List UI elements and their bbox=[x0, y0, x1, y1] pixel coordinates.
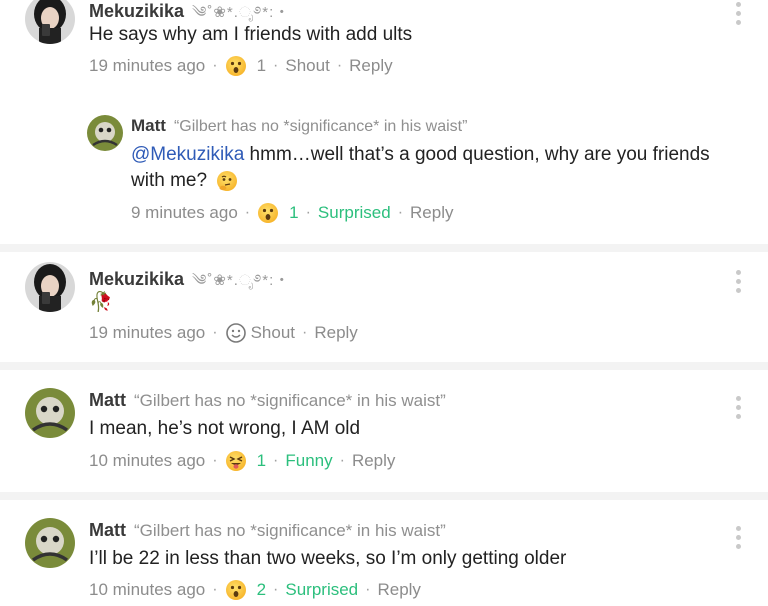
comment-meta: 10 minutes ago · 1 · Funny · Reply bbox=[89, 450, 396, 472]
reaction-button[interactable]: Surprised bbox=[318, 203, 391, 223]
comment-time: 10 minutes ago bbox=[89, 451, 206, 470]
comment-author[interactable]: Mekuzikika ༄˚❀*.ೃ࿔*:・ bbox=[89, 264, 290, 306]
comment-menu-icon[interactable] bbox=[736, 396, 742, 423]
squinting-tongue-face-icon[interactable] bbox=[225, 450, 247, 472]
author-name[interactable]: Mekuzikika bbox=[89, 1, 184, 21]
comment-author[interactable]: Matt “Gilbert has no *significance* in hi… bbox=[89, 390, 446, 411]
comment-text: I’ll be 22 in less than two weeks, so I’… bbox=[89, 548, 567, 569]
surprised-face-icon[interactable] bbox=[225, 579, 247, 601]
reaction-button[interactable]: Funny bbox=[285, 451, 332, 471]
surprised-face-icon[interactable] bbox=[257, 202, 279, 224]
reply-button[interactable]: Reply bbox=[352, 451, 395, 471]
comment-text: He says why am I friends with add ults bbox=[89, 24, 413, 45]
author-name[interactable]: Matt bbox=[131, 116, 166, 135]
reaction-count: 2 bbox=[256, 580, 267, 599]
comment-text: @Mekuzikika hmm…well that’s a good quest… bbox=[131, 144, 710, 192]
reaction-count: 1 bbox=[256, 451, 267, 470]
avatar-matt[interactable] bbox=[87, 115, 123, 151]
author-tagline: “Gilbert has no *significance* in his wa… bbox=[173, 118, 468, 135]
author-tagline: “Gilbert has no *significance* in his wa… bbox=[134, 521, 446, 540]
reaction-count: 1 bbox=[289, 203, 299, 222]
surprised-face-icon[interactable] bbox=[225, 55, 247, 77]
comment-meta: 10 minutes ago · 2 · Surprised · Reply bbox=[89, 579, 421, 601]
reaction-button[interactable]: Surprised bbox=[285, 580, 358, 600]
reaction-button[interactable]: Shout bbox=[285, 56, 329, 76]
comment-separator bbox=[0, 492, 768, 500]
comment-author[interactable]: Matt “Gilbert has no *significance* in hi… bbox=[131, 116, 467, 136]
avatar-matt[interactable] bbox=[25, 388, 75, 438]
comment-meta: 19 minutes ago · 1 · Shout · Reply bbox=[89, 55, 393, 77]
avatar-matt[interactable] bbox=[25, 518, 75, 568]
author-name[interactable]: Matt bbox=[89, 520, 126, 540]
user-mention-link[interactable]: @Mekuzikika bbox=[131, 144, 244, 165]
comment-time: 19 minutes ago bbox=[89, 56, 206, 75]
comment-menu-icon[interactable] bbox=[736, 526, 742, 553]
comment-separator bbox=[0, 362, 768, 370]
comment-text: I mean, he’s not wrong, I AM old bbox=[89, 418, 361, 439]
comment-menu-icon[interactable] bbox=[736, 270, 742, 297]
comment-text: 🥀 bbox=[89, 292, 113, 313]
thinking-face-icon bbox=[216, 170, 238, 192]
comment-menu-icon[interactable] bbox=[736, 2, 742, 29]
reply-button[interactable]: Reply bbox=[314, 323, 357, 343]
comment-time: 19 minutes ago bbox=[89, 323, 206, 342]
avatar-mekuzikika[interactable] bbox=[25, 0, 75, 44]
smiley-outline-icon[interactable] bbox=[225, 322, 247, 344]
reaction-count: 1 bbox=[256, 56, 267, 75]
comment-time: 10 minutes ago bbox=[89, 580, 206, 599]
comment-author[interactable]: Matt “Gilbert has no *significance* in hi… bbox=[89, 520, 446, 541]
reply-button[interactable]: Reply bbox=[377, 580, 420, 600]
comment-separator bbox=[0, 244, 768, 252]
reaction-button[interactable]: Shout bbox=[251, 323, 295, 343]
reply-button[interactable]: Reply bbox=[410, 203, 453, 223]
name-decoration: ༄˚❀*.ೃ࿔*:・ bbox=[192, 272, 291, 289]
comment-meta: 19 minutes ago · Shout · Reply bbox=[89, 322, 358, 344]
author-name[interactable]: Mekuzikika bbox=[89, 269, 184, 289]
author-name[interactable]: Matt bbox=[89, 390, 126, 410]
name-decoration: ༄˚❀*.ೃ࿔*:・ bbox=[192, 4, 291, 21]
author-tagline: “Gilbert has no *significance* in his wa… bbox=[134, 391, 446, 410]
comment-time: 9 minutes ago bbox=[131, 203, 238, 222]
comment-meta: 9 minutes ago · 1 · Surprised · Reply bbox=[131, 202, 454, 224]
reply-button[interactable]: Reply bbox=[349, 56, 392, 76]
avatar-mekuzikika[interactable] bbox=[25, 262, 75, 312]
